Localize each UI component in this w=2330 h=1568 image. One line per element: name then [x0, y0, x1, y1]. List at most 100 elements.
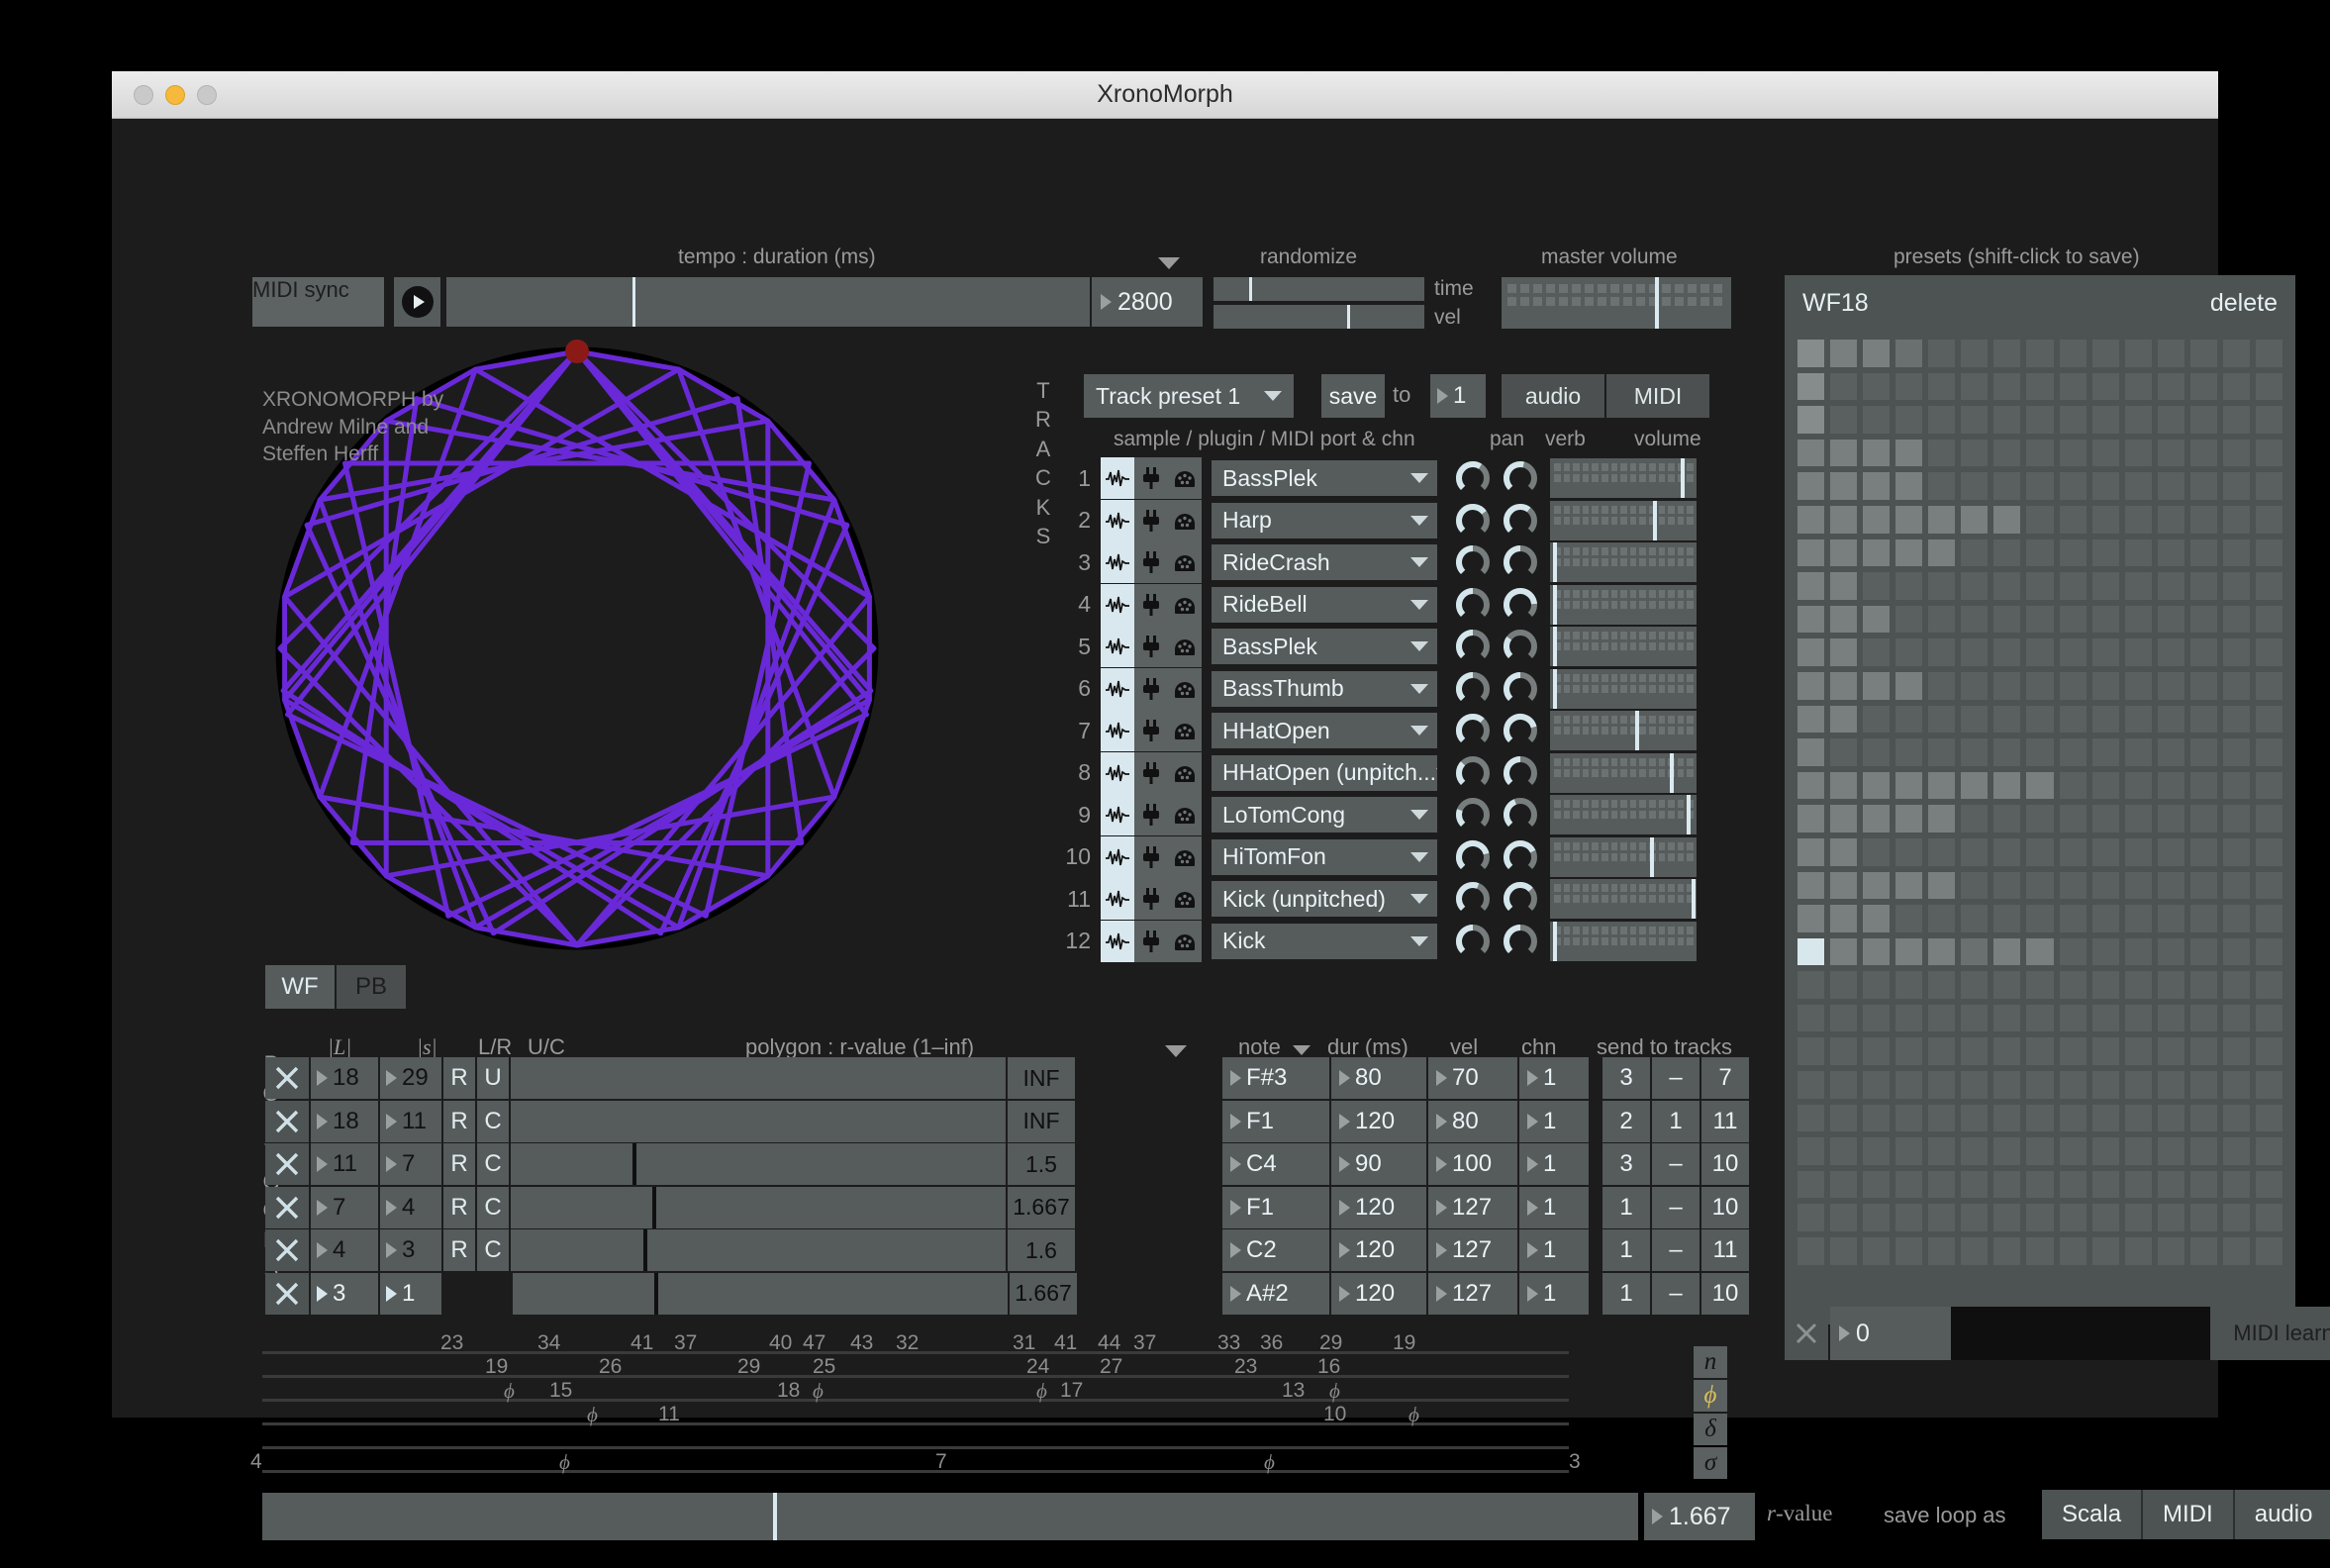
- track-preset-slot-field[interactable]: 1: [1430, 374, 1486, 418]
- track-knobs[interactable]: [1451, 542, 1542, 582]
- preset-cell[interactable]: [2059, 971, 2087, 999]
- plug-icon[interactable]: [1134, 457, 1168, 499]
- preset-cell[interactable]: [2222, 572, 2250, 600]
- preset-cell[interactable]: [1895, 771, 1923, 800]
- preset-cell[interactable]: [1797, 372, 1825, 401]
- preset-cell[interactable]: [2059, 340, 2087, 367]
- preset-cell[interactable]: [2255, 871, 2282, 900]
- preset-cell[interactable]: [2091, 1104, 2119, 1132]
- preset-cell[interactable]: [2091, 1071, 2119, 1099]
- delete-polygon-icon[interactable]: [265, 1057, 309, 1099]
- preset-cell[interactable]: [1928, 771, 1956, 800]
- send-track-cell[interactable]: 7: [1701, 1057, 1749, 1099]
- preset-cell[interactable]: [2189, 705, 2217, 734]
- preset-cell[interactable]: [2157, 1071, 2184, 1099]
- polygon-s-field[interactable]: 29: [380, 1057, 441, 1099]
- preset-cell[interactable]: [2189, 1237, 2217, 1265]
- preset-cell[interactable]: [2026, 1004, 2054, 1032]
- preset-cell[interactable]: [2124, 1037, 2152, 1066]
- track-source-toggles[interactable]: [1101, 667, 1202, 710]
- verb-knob[interactable]: [1499, 669, 1542, 709]
- preset-cell[interactable]: [1961, 1170, 1989, 1199]
- preset-cell[interactable]: [2026, 805, 2054, 833]
- preset-cell[interactable]: [2124, 372, 2152, 401]
- preset-cell[interactable]: [1863, 539, 1891, 567]
- preset-cell[interactable]: [2157, 671, 2184, 700]
- preset-cell[interactable]: [2124, 605, 2152, 634]
- preset-cell[interactable]: [2222, 671, 2250, 700]
- preset-cell[interactable]: [1928, 638, 1956, 666]
- waveform-icon[interactable]: [1101, 457, 1134, 499]
- plug-icon[interactable]: [1134, 751, 1168, 794]
- preset-cell[interactable]: [1895, 937, 1923, 966]
- midi-port-icon[interactable]: [1168, 835, 1202, 878]
- preset-cell[interactable]: [1928, 1204, 1956, 1232]
- preset-cell[interactable]: [2091, 771, 2119, 800]
- waveform-icon[interactable]: [1101, 626, 1134, 667]
- preset-cell[interactable]: [2026, 1204, 2054, 1232]
- duration-field[interactable]: 120: [1331, 1229, 1426, 1271]
- preset-cell[interactable]: [1928, 1071, 1956, 1099]
- preset-cell[interactable]: [2189, 771, 2217, 800]
- preset-cell[interactable]: [1961, 572, 1989, 600]
- preset-cell[interactable]: [1961, 1004, 1989, 1032]
- preset-cell[interactable]: [1797, 340, 1825, 367]
- randomize-time-slider[interactable]: [1214, 277, 1424, 301]
- preset-cell[interactable]: [2189, 937, 2217, 966]
- note-field[interactable]: C2: [1222, 1229, 1329, 1271]
- wf-button[interactable]: WF: [265, 965, 335, 1009]
- preset-cell[interactable]: [1993, 738, 2021, 766]
- plug-icon[interactable]: [1134, 541, 1168, 583]
- preset-cell[interactable]: [1961, 705, 1989, 734]
- polygon-rvalue-slider[interactable]: [511, 1186, 1006, 1228]
- preset-cell[interactable]: [1863, 1037, 1891, 1066]
- preset-cell[interactable]: [1928, 971, 1956, 999]
- duration-field[interactable]: 90: [1331, 1143, 1426, 1185]
- preset-cell[interactable]: [2059, 539, 2087, 567]
- polygon-row[interactable]: 18 11 R C INF: [265, 1100, 1075, 1142]
- preset-cell[interactable]: [1830, 505, 1858, 534]
- preset-cell[interactable]: [2059, 1237, 2087, 1265]
- preset-cell[interactable]: [2255, 905, 2282, 932]
- preset-cell[interactable]: [2091, 837, 2119, 866]
- note-field[interactable]: C4: [1222, 1143, 1329, 1185]
- save-loop-buttons[interactable]: Scala MIDI audio: [2042, 1490, 2330, 1539]
- preset-cell[interactable]: [2189, 738, 2217, 766]
- preset-cell[interactable]: [1961, 638, 1989, 666]
- preset-cell[interactable]: [2189, 671, 2217, 700]
- track-source-toggles[interactable]: [1101, 835, 1202, 878]
- preset-cell[interactable]: [2157, 1237, 2184, 1265]
- preset-cell[interactable]: [2091, 738, 2119, 766]
- metric-mode-buttons[interactable]: nϕδσ: [1694, 1346, 1727, 1481]
- ruler-line[interactable]: [262, 1399, 1569, 1402]
- preset-cell[interactable]: [2091, 1170, 2119, 1199]
- preset-cell[interactable]: [2255, 1004, 2282, 1032]
- track-source-toggles[interactable]: [1101, 499, 1202, 541]
- preset-cell[interactable]: [1863, 605, 1891, 634]
- tempo-menu-caret-icon[interactable]: [1158, 257, 1180, 269]
- send-track-cell[interactable]: 1: [1602, 1229, 1650, 1271]
- polygon-lr-toggle[interactable]: [443, 1272, 475, 1315]
- track-source-dropdown[interactable]: Kick (unpitched): [1212, 881, 1437, 917]
- preset-cell[interactable]: [2157, 1004, 2184, 1032]
- pan-knob[interactable]: [1451, 711, 1495, 750]
- preset-cell[interactable]: [2124, 340, 2152, 367]
- preset-cell[interactable]: [2059, 605, 2087, 634]
- preset-cell[interactable]: [2124, 638, 2152, 666]
- preset-cell[interactable]: [2026, 705, 2054, 734]
- plug-icon[interactable]: [1134, 583, 1168, 626]
- send-track-cell[interactable]: –: [1652, 1229, 1699, 1271]
- polygon-uc-toggle[interactable]: U: [477, 1057, 509, 1099]
- delete-preset-button[interactable]: delete: [2210, 289, 2278, 318]
- preset-cell[interactable]: [1895, 1170, 1923, 1199]
- track-knobs[interactable]: [1451, 669, 1542, 709]
- send-track-cell[interactable]: 10: [1701, 1143, 1749, 1185]
- track-source-toggles[interactable]: [1101, 794, 1202, 835]
- preset-cell[interactable]: [1830, 1037, 1858, 1066]
- preset-cell[interactable]: [2157, 605, 2184, 634]
- preset-cell[interactable]: [2026, 372, 2054, 401]
- preset-cell[interactable]: [1863, 1071, 1891, 1099]
- preset-cell[interactable]: [2255, 340, 2282, 367]
- polygon-row[interactable]: 11 7 R C 1.5: [265, 1143, 1075, 1185]
- velocity-field[interactable]: 127: [1428, 1272, 1517, 1315]
